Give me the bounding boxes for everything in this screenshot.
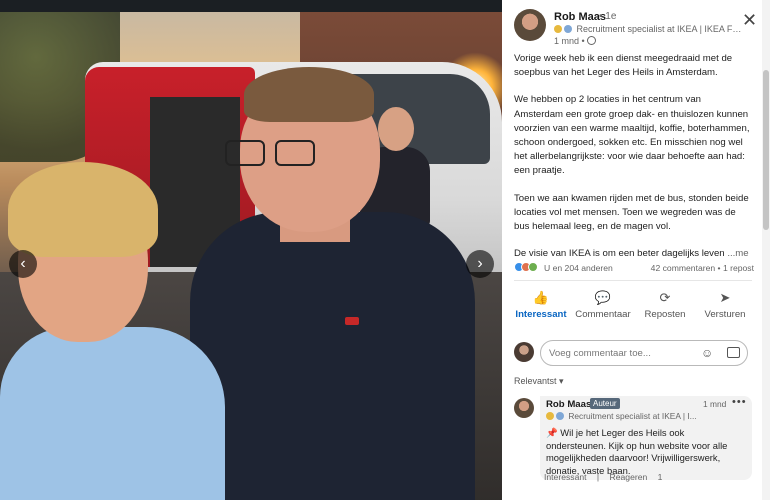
post-truncated-line: De visie van IKEA is om een beter dageli… [514,248,749,260]
chevron-left-icon: ‹ [20,255,26,272]
person-left [0,162,225,500]
post-photo[interactable] [0,12,502,500]
comment-button[interactable]: 💬 Commentaar [572,290,634,320]
top-bar [0,0,502,12]
previous-image-button[interactable]: ‹ [9,250,37,278]
verified-badge-icon [556,412,564,420]
repost-button[interactable]: ⟳ Reposten [634,290,696,320]
post-time: 1 mnd • [554,36,596,46]
action-bar: 👍 Interessant 💬 Commentaar ⟳ Reposten ➤ … [510,290,756,326]
comment-item: Rob Maas Auteur 1 mnd ••• Recruitment sp… [514,396,756,500]
more-options-icon[interactable]: ••• [732,396,747,408]
send-button[interactable]: ➤ Versturen [694,290,756,320]
image-icon[interactable] [727,347,740,358]
comment-composer: Voeg commentaar toe... ☺ [514,340,754,366]
scrollbar-thumb[interactable] [763,70,769,230]
close-icon: ✕ [742,10,758,30]
support-reaction-icon [528,262,538,272]
commenter-headline: Recruitment specialist at IKEA | I... [546,411,746,421]
emoji-icon[interactable]: ☺ [701,346,713,360]
send-icon: ➤ [719,290,731,305]
author-badge: Auteur [590,398,620,409]
premium-badge-icon [546,412,554,420]
close-button[interactable]: ✕ [742,10,757,30]
connection-degree: • 1e [599,11,617,22]
premium-badge-icon [554,25,562,33]
thumbs-up-icon: 👍 [532,290,550,305]
glasses [225,140,320,166]
shirt-logo [345,317,359,325]
verified-badge-icon [564,25,572,33]
reply-count: 1 [657,472,663,482]
comment-like-button[interactable]: Interessant [544,472,587,482]
commenter-name[interactable]: Rob Maas [546,399,591,410]
post-details-panel: Rob Maas • 1e Recruitment specialist at … [502,0,770,500]
post-paragraph: Vorige week heb ik een dienst meegedraai… [514,53,733,79]
post-header: Rob Maas • 1e Recruitment specialist at … [514,9,744,47]
comment-actions: Interessant | Reageren 1 [544,472,663,482]
commenter-avatar[interactable] [514,398,534,418]
repost-icon: ⟳ [659,290,671,305]
post-text: Vorige week heb ik een dienst meegedraai… [514,52,752,261]
scrollbar[interactable] [762,0,770,500]
my-avatar [514,342,534,362]
chevron-right-icon: › [477,255,483,272]
author-headline: Recruitment specialist at IKEA | IKEA Fo… [554,24,744,34]
post-paragraph: We hebben op 2 locaties in het centrum v… [514,94,750,177]
reactions-count[interactable]: U en 204 anderen [544,263,613,273]
post-viewer: ‹ › Rob Maas • 1e Recruitment specialist… [0,0,770,500]
globe-icon [586,36,596,45]
comment-icon: 💬 [594,290,612,305]
author-avatar[interactable] [514,9,546,41]
comment-reply-button[interactable]: Reageren [610,472,648,482]
sort-dropdown[interactable]: Relevantst ▾ [514,376,564,387]
divider [514,280,752,281]
pushpin-icon: 📌 [546,427,558,438]
comment-text: 📌 Wil je het Leger des Heils ook onderst… [546,427,728,476]
social-counts: U en 204 anderen 42 commentaren • 1 repo… [514,262,754,276]
person-center [180,62,480,500]
next-image-button[interactable]: › [466,250,494,278]
post-paragraph: Toen we aan kwamen rijden met de bus, st… [514,192,749,233]
comment-time: 1 mnd [703,399,727,409]
comment-input[interactable]: Voeg commentaar toe... ☺ [540,340,748,366]
comments-repost-count[interactable]: 42 commentaren • 1 repost [651,263,754,273]
like-button[interactable]: 👍 Interessant [510,290,572,320]
reaction-icons[interactable] [514,262,538,274]
see-more-link[interactable]: ...me [727,248,748,259]
comment-bubble: Rob Maas Auteur 1 mnd ••• Recruitment sp… [540,396,752,480]
